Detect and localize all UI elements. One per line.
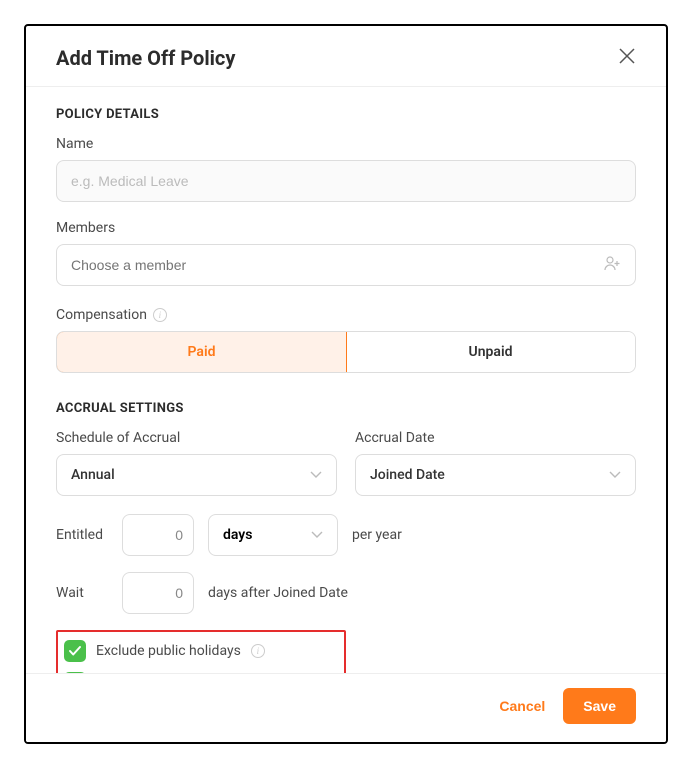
entitled-input[interactable] (122, 514, 194, 556)
chevron-down-icon (609, 467, 621, 483)
members-label: Members (56, 220, 636, 236)
members-field-wrap (56, 244, 636, 286)
save-button[interactable]: Save (563, 688, 636, 724)
name-label: Name (56, 136, 636, 152)
chevron-down-icon (311, 527, 323, 543)
entitled-unit-value: days (223, 527, 252, 543)
schedule-label: Schedule of Accrual (56, 430, 337, 446)
close-icon (618, 47, 636, 65)
exclude-public-holidays-label: Exclude public holidays (96, 643, 241, 659)
entitled-unit-select[interactable]: days (208, 514, 338, 556)
modal-body: POLICY DETAILS Name Members Compensation… (26, 87, 666, 673)
accrual-date-col: Accrual Date Joined Date (355, 430, 636, 496)
close-button[interactable] (618, 47, 636, 69)
exclude-public-holidays-info-icon[interactable]: i (251, 644, 265, 658)
modal-title: Add Time Off Policy (56, 46, 235, 70)
members-input[interactable] (56, 244, 636, 286)
accrual-settings-title: ACCRUAL SETTINGS (56, 401, 636, 416)
add-member-icon[interactable] (604, 255, 622, 275)
entitled-row: Entitled days per year (56, 514, 636, 556)
wait-suffix-text: days after Joined Date (208, 585, 348, 601)
accrual-date-value: Joined Date (370, 467, 445, 483)
compensation-unpaid-option[interactable]: Unpaid (346, 332, 635, 372)
modal-footer: Cancel Save (26, 673, 666, 742)
cancel-button[interactable]: Cancel (499, 698, 545, 714)
compensation-segmented: Paid Unpaid (56, 331, 636, 373)
exclude-public-holidays-checkbox[interactable] (64, 640, 86, 662)
accrual-date-label: Accrual Date (355, 430, 636, 446)
entitled-period-text: per year (352, 527, 402, 543)
add-time-off-policy-modal: Add Time Off Policy POLICY DETAILS Name … (24, 24, 668, 744)
wait-input[interactable] (122, 572, 194, 614)
compensation-info-icon[interactable]: i (153, 308, 167, 322)
wait-label: Wait (56, 585, 108, 601)
entitled-label: Entitled (56, 527, 108, 543)
exclude-public-holidays-row: Exclude public holidays i (64, 640, 334, 662)
checkmark-icon (68, 645, 82, 657)
compensation-label: Compensation (56, 307, 147, 323)
compensation-label-row: Compensation i (56, 307, 167, 323)
accrual-date-select[interactable]: Joined Date (355, 454, 636, 496)
schedule-select[interactable]: Annual (56, 454, 337, 496)
name-input[interactable] (56, 160, 636, 202)
exclude-options-highlight: Exclude public holidays i Exclude non wo… (56, 630, 346, 673)
chevron-down-icon (310, 467, 322, 483)
wait-row: Wait days after Joined Date (56, 572, 636, 614)
schedule-value: Annual (71, 467, 115, 483)
compensation-paid-option[interactable]: Paid (56, 331, 347, 373)
policy-details-title: POLICY DETAILS (56, 107, 636, 122)
accrual-top-row: Schedule of Accrual Annual Accrual Date … (56, 430, 636, 496)
modal-header: Add Time Off Policy (26, 26, 666, 87)
schedule-col: Schedule of Accrual Annual (56, 430, 337, 496)
